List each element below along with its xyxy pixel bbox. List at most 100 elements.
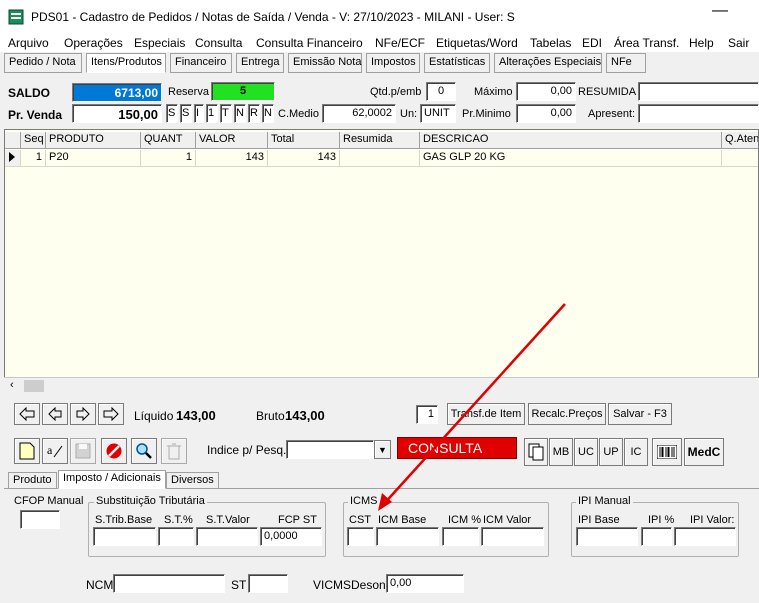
ipi-group-title: IPI Manual xyxy=(576,495,633,507)
window-title: PDS01 - Cadastro de Pedidos / Notas de S… xyxy=(31,10,515,24)
col-descricao[interactable]: DESCRICAO xyxy=(420,132,722,149)
icm-valor-field[interactable] xyxy=(481,527,544,546)
scroll-left-icon[interactable]: ‹ xyxy=(10,379,14,391)
ncm-label: NCM xyxy=(86,578,114,592)
flag-t[interactable]: T xyxy=(220,104,232,123)
st-valor-field[interactable] xyxy=(196,527,258,546)
table-cell-produto[interactable]: P20 xyxy=(46,150,141,167)
tab-imposto-adicionais[interactable]: Imposto / Adicionais xyxy=(58,470,166,489)
bruto-label: Bruto xyxy=(256,409,285,423)
table-cell-valor[interactable]: 143 xyxy=(196,150,268,167)
cfop-label: CFOP Manual xyxy=(14,495,84,507)
menu-help[interactable]: Help xyxy=(689,36,714,50)
menu-nfe-ecf[interactable]: NFe/ECF xyxy=(375,36,425,50)
delete-button[interactable] xyxy=(161,438,187,464)
minimize-icon[interactable]: — xyxy=(712,2,728,20)
reserva-field[interactable]: 5 xyxy=(211,82,275,101)
tab-entrega[interactable]: Entrega xyxy=(236,53,284,73)
table-cell-qatend[interactable] xyxy=(722,150,758,167)
menu-consulta[interactable]: Consulta xyxy=(195,36,242,50)
next-record-button[interactable] xyxy=(70,403,96,425)
flag-r[interactable]: R xyxy=(248,104,260,123)
un-field[interactable]: UNIT xyxy=(420,104,456,123)
ipi-base-field[interactable] xyxy=(576,527,638,546)
last-record-button[interactable] xyxy=(98,403,124,425)
tab-pedido-nota[interactable]: Pedido / Nota xyxy=(4,53,82,73)
barcode-button[interactable] xyxy=(652,438,682,466)
salvar-button[interactable]: Salvar - F3 xyxy=(608,403,672,425)
up-button[interactable]: UP xyxy=(599,438,623,466)
pr-venda-field[interactable]: 150,00 xyxy=(72,104,162,123)
menu-sair[interactable]: Sair xyxy=(728,36,749,50)
menu-area-transf[interactable]: Área Transf. xyxy=(614,36,679,50)
tab-financeiro[interactable]: Financeiro xyxy=(170,53,232,73)
new-button[interactable] xyxy=(14,438,40,464)
table-cell-seq[interactable]: 1 xyxy=(21,150,46,167)
uc-button[interactable]: UC xyxy=(574,438,598,466)
flag-i[interactable]: I xyxy=(194,104,204,123)
c-medio-field[interactable]: 62,0002 xyxy=(322,104,396,123)
flag-s2[interactable]: S xyxy=(180,104,192,123)
col-produto[interactable]: PRODUTO xyxy=(46,132,141,149)
first-record-button[interactable] xyxy=(14,403,40,425)
st-group-title: Substituição Tributária xyxy=(94,495,207,507)
menu-consulta-financeiro[interactable]: Consulta Financeiro xyxy=(256,36,363,50)
ipi-pct-field[interactable] xyxy=(641,527,672,546)
cst-field[interactable] xyxy=(347,527,374,546)
col-qatend[interactable]: Q.Atend xyxy=(722,132,758,149)
table-cell-descricao[interactable]: GAS GLP 20 KG xyxy=(420,150,722,167)
edit-button[interactable]: a xyxy=(42,438,68,464)
flag-n1[interactable]: N xyxy=(234,104,246,123)
st-base-field[interactable] xyxy=(93,527,156,546)
col-quant[interactable]: QUANT xyxy=(141,132,196,149)
col-valor[interactable]: VALOR xyxy=(196,132,268,149)
menu-especiais[interactable]: Especiais xyxy=(134,36,185,50)
vicms-deson-field[interactable]: 0,00 xyxy=(386,574,464,593)
save-disk-button[interactable] xyxy=(70,438,96,464)
liquido-label: Líquido xyxy=(134,409,174,423)
pr-minimo-field[interactable]: 0,00 xyxy=(516,104,576,123)
tab-emissao-nota[interactable]: Emissão Nota xyxy=(288,53,362,73)
icm-base-field[interactable] xyxy=(376,527,439,546)
medc-button[interactable]: MedC xyxy=(684,438,724,466)
st-pct-field[interactable] xyxy=(158,527,194,546)
cancel-button[interactable] xyxy=(101,438,127,464)
tab-produto[interactable]: Produto xyxy=(8,472,57,489)
tab-nfe[interactable]: NFe xyxy=(606,53,646,73)
ic-button[interactable]: IC xyxy=(624,438,648,466)
col-resumida[interactable]: Resumida xyxy=(340,132,420,149)
barcode-icon xyxy=(657,445,677,459)
table-cell-quant[interactable]: 1 xyxy=(141,150,196,167)
saldo-field[interactable]: 6713,00 xyxy=(72,83,162,102)
table-cell-total[interactable]: 143 xyxy=(268,150,340,167)
menu-arquivo[interactable]: Arquivo xyxy=(8,36,49,50)
menu-tabelas[interactable]: Tabelas xyxy=(530,36,571,50)
flag-1[interactable]: 1 xyxy=(206,104,218,123)
menu-operacoes[interactable]: Operações xyxy=(64,36,123,50)
icm-pct-field[interactable] xyxy=(442,527,479,546)
ncm-field[interactable] xyxy=(113,574,225,593)
table-cell-resumida[interactable] xyxy=(340,150,420,167)
col-total[interactable]: Total xyxy=(268,132,340,149)
tab-estatisticas[interactable]: Estatísticas xyxy=(424,53,490,73)
search-button[interactable] xyxy=(131,438,157,464)
tab-impostos[interactable]: Impostos xyxy=(366,53,420,73)
scroll-thumb[interactable] xyxy=(24,380,44,392)
ipi-valor-field[interactable] xyxy=(674,527,736,546)
flag-n2[interactable]: N xyxy=(262,104,274,123)
apresent-field[interactable] xyxy=(638,104,759,123)
cfop-field[interactable] xyxy=(20,510,60,529)
flag-s1[interactable]: S xyxy=(166,104,178,123)
tab-itens-produtos[interactable]: Itens/Produtos xyxy=(86,53,166,73)
qtd-emb-field[interactable]: 0 xyxy=(426,82,456,101)
tab-alteracoes-especiais[interactable]: Alterações Especiais xyxy=(494,53,602,73)
maximo-field[interactable]: 0,00 xyxy=(516,82,576,101)
prev-record-button[interactable] xyxy=(42,403,68,425)
menu-edi[interactable]: EDI xyxy=(582,36,602,50)
resumida-field[interactable] xyxy=(638,82,759,101)
col-seq[interactable]: Seq xyxy=(21,132,46,149)
tab-diversos[interactable]: Diversos xyxy=(166,472,219,489)
st-code-field[interactable] xyxy=(248,574,288,593)
fcp-st-field[interactable]: 0,0000 xyxy=(260,527,322,546)
menu-etiquetas[interactable]: Etiquetas/Word xyxy=(436,36,518,50)
